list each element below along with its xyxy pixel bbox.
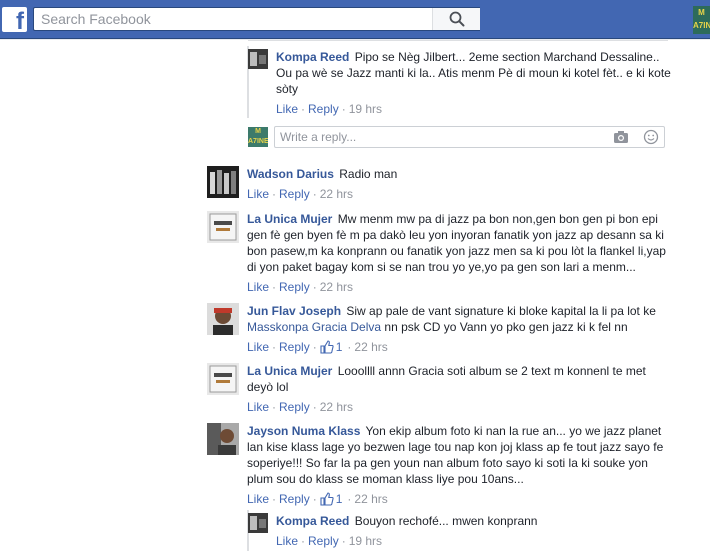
facebook-logo-icon[interactable]: f: [2, 7, 27, 34]
separator: ·: [272, 340, 277, 354]
avatar[interactable]: [207, 363, 239, 395]
like-link[interactable]: Like: [276, 534, 298, 548]
separator: ·: [347, 492, 352, 506]
comment-author[interactable]: Jayson Numa Klass: [247, 424, 360, 438]
comment-actions: Like · Reply · 1 · 22 hrs: [247, 492, 667, 506]
comment-author[interactable]: Wadson Darius: [247, 167, 334, 181]
separator: ·: [272, 280, 277, 294]
comment: Jayson Numa Klass Yon ekip album foto ki…: [207, 423, 667, 506]
comment-actions: Like · Reply · 22 hrs: [247, 280, 667, 294]
comment-text: Bouyon rechofé... mwen konprann: [354, 514, 538, 528]
like-link[interactable]: Like: [247, 187, 269, 201]
reply-link[interactable]: Reply: [279, 492, 310, 506]
separator: ·: [272, 492, 277, 506]
like-link[interactable]: Like: [247, 340, 269, 354]
search-bar: [33, 7, 480, 31]
reply-link[interactable]: Reply: [308, 534, 339, 548]
separator: ·: [272, 187, 277, 201]
separator: ·: [341, 102, 346, 116]
page-badge-icon[interactable]: M A7IN: [693, 6, 710, 34]
camera-icon[interactable]: [613, 130, 629, 144]
like-count[interactable]: 1: [320, 492, 342, 506]
comment-feed: Kompa Reed Pipo se Nèg Jilbert... 2eme s…: [0, 40, 710, 551]
reply-field: [274, 126, 665, 148]
separator: ·: [341, 534, 346, 548]
reply-comment: Kompa Reed Pipo se Nèg Jilbert... 2eme s…: [248, 49, 671, 116]
emoji-icon[interactable]: [643, 129, 659, 145]
avatar[interactable]: [207, 303, 239, 335]
separator: ·: [272, 400, 277, 414]
comment-author[interactable]: La Unica Mujer: [247, 364, 332, 378]
comment-author[interactable]: Jun Flav Joseph: [247, 304, 341, 318]
like-count[interactable]: 1: [320, 340, 342, 354]
separator: ·: [312, 280, 317, 294]
timestamp[interactable]: 22 hrs: [320, 280, 353, 294]
comment-actions: Like · Reply · 19 hrs: [276, 102, 671, 116]
avatar[interactable]: [207, 423, 239, 455]
comment: Wadson Darius Radio man Like · Reply · 2…: [207, 166, 667, 201]
comment: La Unica Mujer Looollll annn Gracia soti…: [207, 363, 667, 414]
search-button[interactable]: [432, 8, 480, 30]
separator: ·: [312, 340, 317, 354]
comment: Jun Flav Joseph Siw ap pale de vant sign…: [207, 303, 667, 354]
separator: ·: [301, 102, 306, 116]
timestamp[interactable]: 22 hrs: [320, 400, 353, 414]
avatar: M A7INE: [248, 127, 268, 147]
comment-actions: Like · Reply · 1 · 22 hrs: [247, 340, 667, 354]
like-link[interactable]: Like: [247, 400, 269, 414]
comment-text: nn psk CD yo Vann yo pko gen jazz ki k f…: [381, 320, 628, 334]
timestamp[interactable]: 22 hrs: [320, 187, 353, 201]
comment-actions: Like · Reply · 19 hrs: [276, 534, 671, 548]
separator: ·: [312, 187, 317, 201]
top-navigation-bar: f M A7IN: [0, 0, 710, 39]
reply-link[interactable]: Reply: [279, 280, 310, 294]
comment: La Unica Mujer Mw menm mw pa di jazz pa …: [207, 211, 667, 294]
reply-comment: Kompa Reed Bouyon rechofé... mwen konpra…: [248, 513, 671, 548]
comment-text: Siw ap pale de vant signature ki bloke k…: [346, 304, 656, 318]
reply-link[interactable]: Reply: [279, 187, 310, 201]
like-link[interactable]: Like: [276, 102, 298, 116]
timestamp[interactable]: 22 hrs: [354, 340, 387, 354]
reply-input[interactable]: [275, 127, 605, 147]
avatar[interactable]: [248, 513, 268, 533]
reply-composer: M A7INE: [248, 126, 665, 148]
thumbs-up-icon: [320, 340, 334, 354]
reply-link[interactable]: Reply: [279, 400, 310, 414]
separator: ·: [347, 340, 352, 354]
reply-link[interactable]: Reply: [308, 102, 339, 116]
tagged-page-link[interactable]: Masskonpa Gracia Delva: [247, 320, 381, 334]
comment-actions: Like · Reply · 22 hrs: [247, 187, 667, 201]
timestamp[interactable]: 19 hrs: [349, 102, 382, 116]
separator: ·: [312, 492, 317, 506]
comment-author[interactable]: Kompa Reed: [276, 50, 349, 64]
avatar[interactable]: [207, 166, 239, 198]
like-link[interactable]: Like: [247, 492, 269, 506]
comment-author[interactable]: Kompa Reed: [276, 514, 349, 528]
avatar[interactable]: [207, 211, 239, 243]
search-icon: [449, 11, 464, 27]
comment-actions: Like · Reply · 22 hrs: [247, 400, 667, 414]
like-link[interactable]: Like: [247, 280, 269, 294]
comment-author[interactable]: La Unica Mujer: [247, 212, 332, 226]
search-input[interactable]: [34, 8, 429, 30]
thumbs-up-icon: [320, 492, 334, 506]
reply-link[interactable]: Reply: [279, 340, 310, 354]
separator: ·: [312, 400, 317, 414]
avatar[interactable]: [248, 49, 268, 69]
timestamp[interactable]: 22 hrs: [354, 492, 387, 506]
timestamp[interactable]: 19 hrs: [349, 534, 382, 548]
comment-text: Radio man: [339, 167, 398, 181]
separator: ·: [301, 534, 306, 548]
thread-divider: [248, 40, 668, 44]
